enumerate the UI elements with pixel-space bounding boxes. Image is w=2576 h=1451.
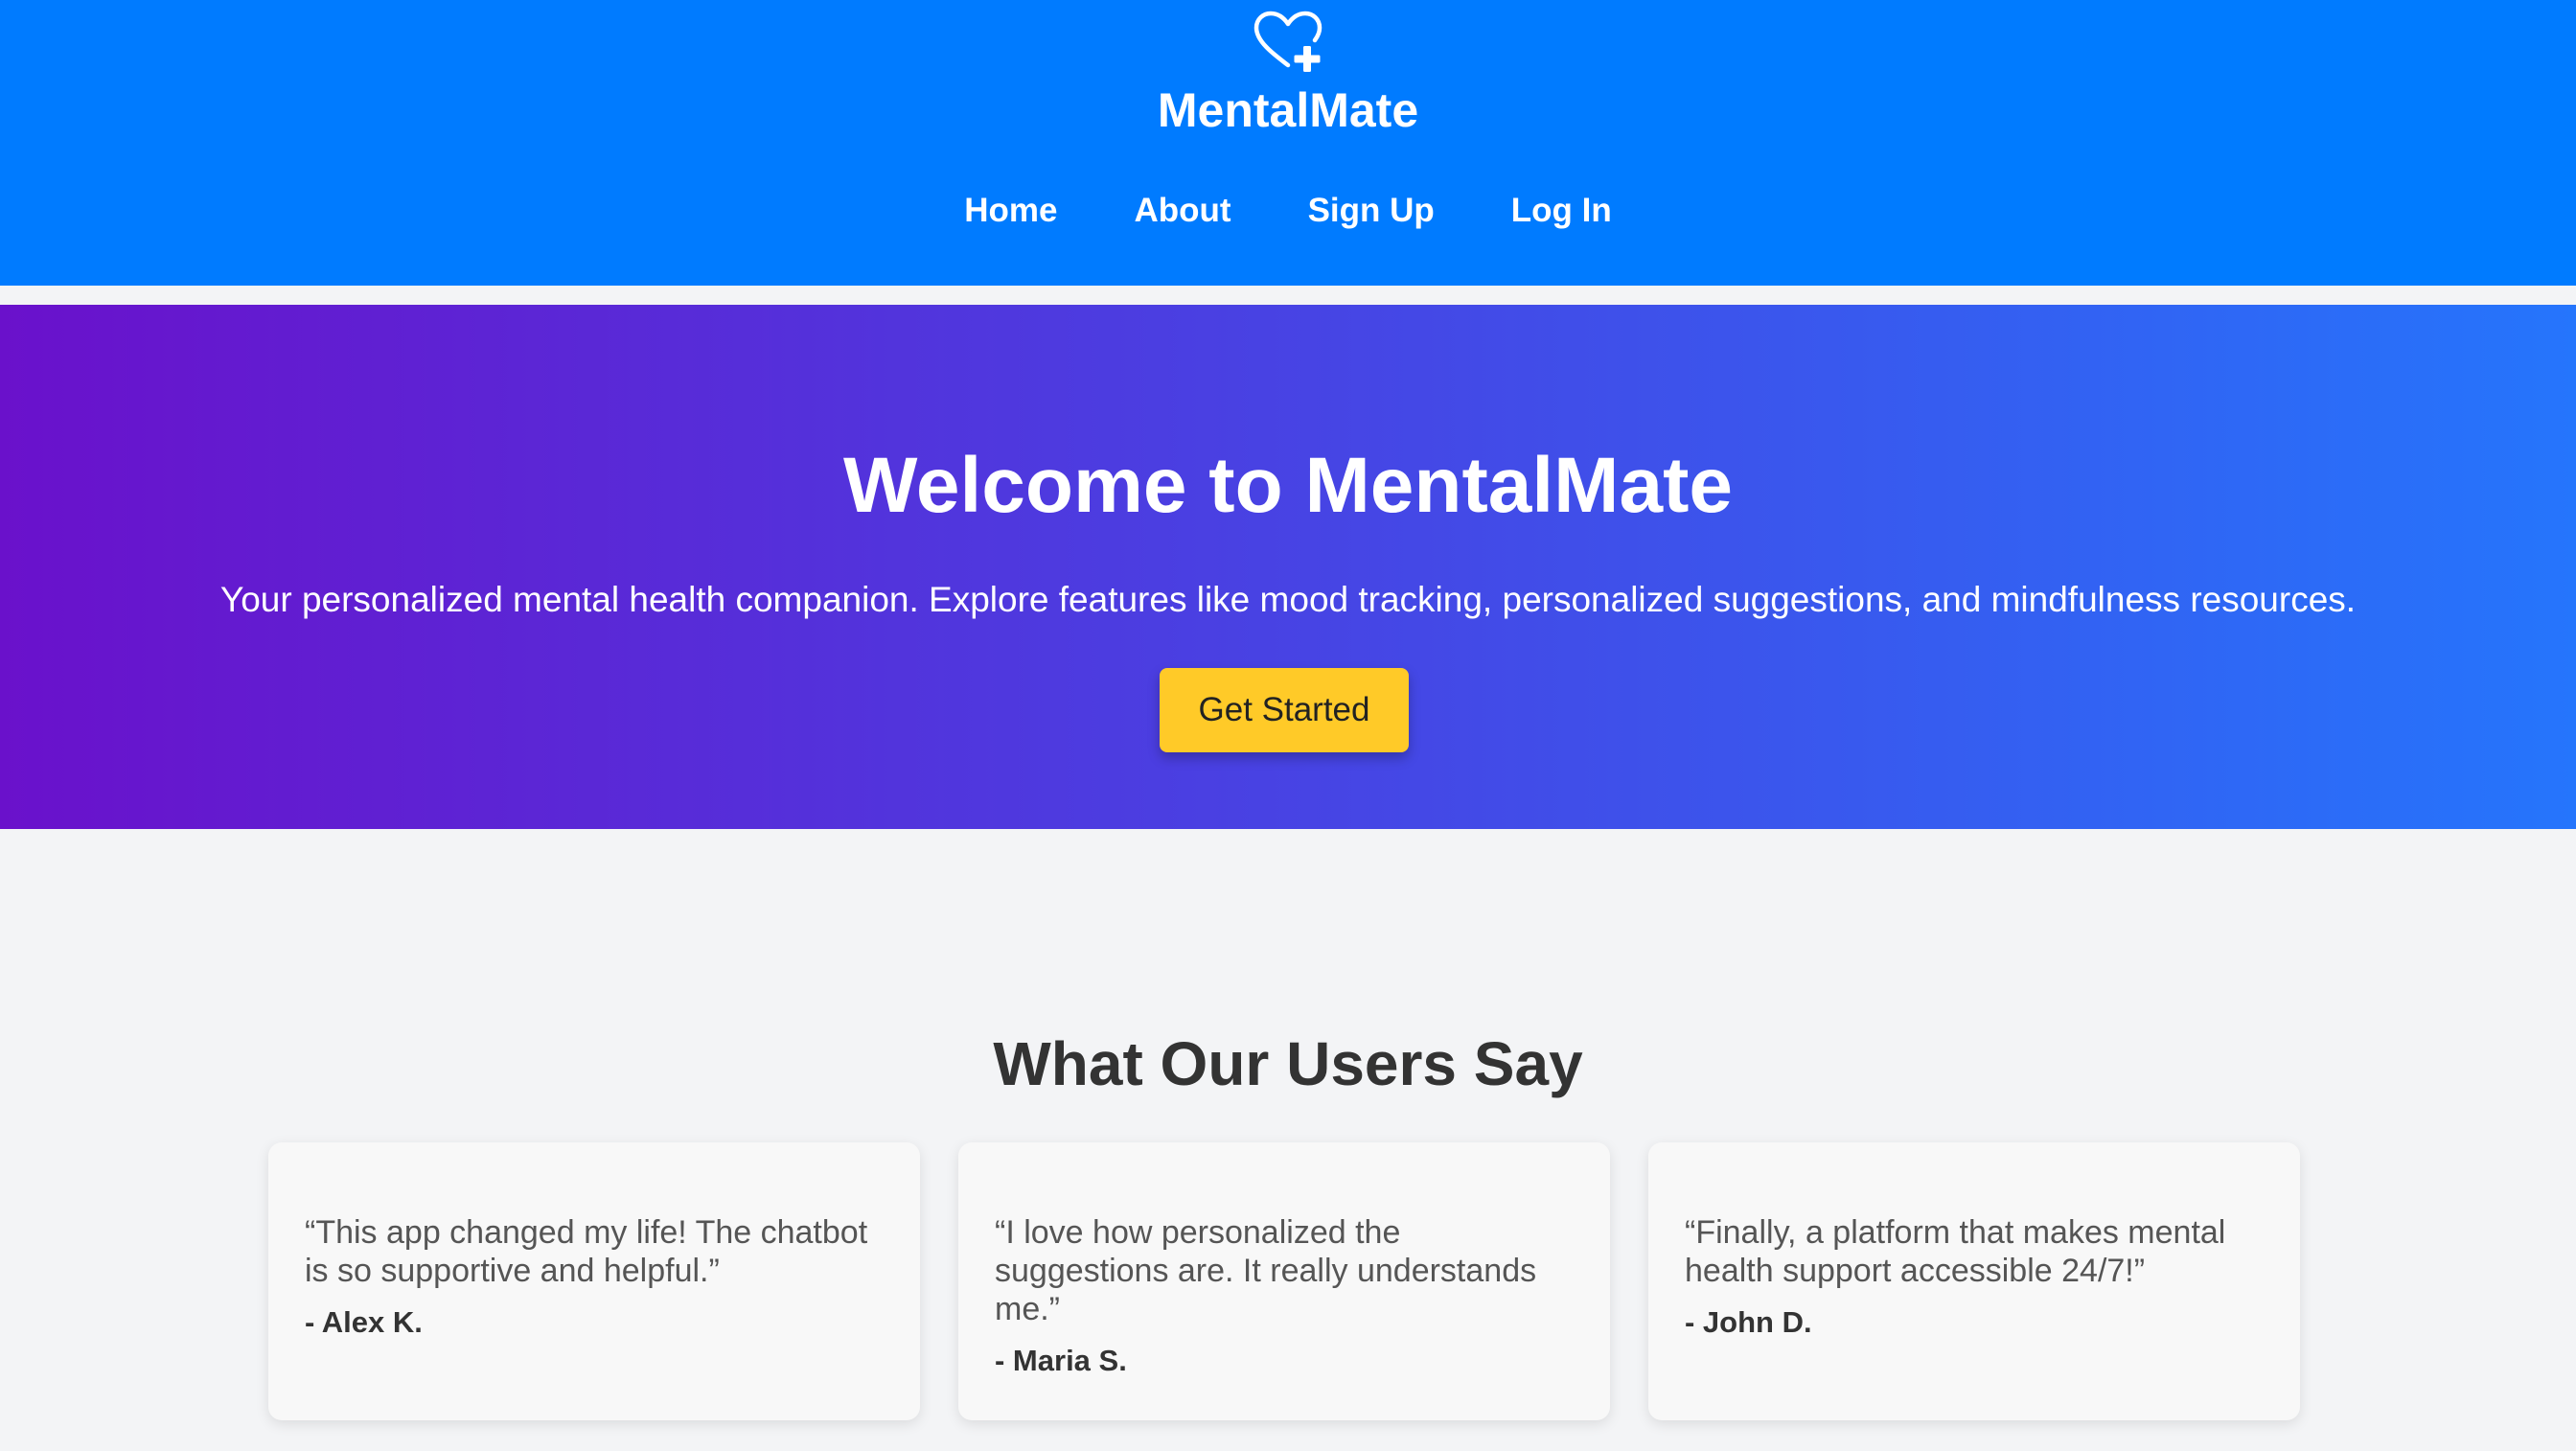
testimonial-quote: “Finally, a platform that makes mental h…: [1685, 1214, 2226, 1289]
testimonial-card: “I love how personalized the suggestions…: [958, 1142, 1610, 1420]
site-header: MentalMate Home About Sign Up Log In: [0, 0, 2576, 286]
hero-section: Welcome to MentalMate Your personalized …: [0, 305, 2576, 829]
nav-log-in[interactable]: Log In: [1511, 194, 1612, 227]
hero-title: Welcome to MentalMate: [843, 442, 1733, 529]
testimonial-card: “This app changed my life! The chatbot i…: [268, 1142, 920, 1420]
brand-name: MentalMate: [1157, 83, 1419, 137]
nav-home[interactable]: Home: [964, 194, 1057, 227]
hero-subtitle: Your personalized mental health companio…: [219, 580, 2357, 619]
nav-sign-up[interactable]: Sign Up: [1308, 194, 1435, 227]
testimonial-author: - Maria S.: [995, 1344, 1127, 1377]
main-nav: Home About Sign Up Log In: [0, 194, 2576, 227]
testimonial-card: “Finally, a platform that makes mental h…: [1648, 1142, 2300, 1420]
brand-logo[interactable]: MentalMate: [0, 10, 2576, 134]
nav-about[interactable]: About: [1134, 194, 1230, 227]
testimonial-author: - Alex K.: [305, 1305, 423, 1339]
heart-plus-icon: [1251, 10, 1325, 82]
testimonial-author: - John D.: [1685, 1305, 1812, 1339]
testimonial-quote: “I love how personalized the suggestions…: [995, 1214, 1537, 1327]
testimonials-title: What Our Users Say: [993, 1029, 1583, 1098]
get-started-button[interactable]: Get Started: [1160, 668, 1409, 752]
testimonial-quote: “This app changed my life! The chatbot i…: [305, 1214, 868, 1289]
